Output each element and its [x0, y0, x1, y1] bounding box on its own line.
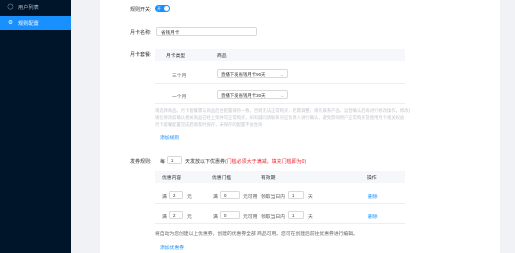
- add-rule-link[interactable]: 添加规则: [160, 134, 179, 141]
- validity-prefix: 领取当日内: [261, 215, 285, 220]
- validity-unit: 天: [308, 215, 313, 220]
- validity-prefix: 领取当日内: [261, 195, 285, 200]
- name-input[interactable]: 省钱月卡: [156, 27, 257, 36]
- chevron-down-icon: ⌄: [280, 93, 284, 98]
- sidebar-item-label: 规则配置: [18, 20, 39, 27]
- threshold-input[interactable]: 0: [220, 191, 240, 199]
- coupon-note: 将自动为您创建以上优惠券，创建的优惠券全部 商品可用。您可在创建后前往优惠券进行…: [155, 232, 358, 237]
- switch-label: 规则开关:: [130, 7, 152, 13]
- coupon-header-action: 操作: [367, 176, 377, 181]
- switch-knob: [164, 6, 169, 11]
- coupon-amount-input[interactable]: 2: [169, 211, 183, 219]
- coupon-unit: 元: [187, 215, 192, 220]
- coupon-header-threshold: 优惠门槛: [212, 176, 232, 181]
- price-note-line-1: 请选择商品。月卡套餐需与商品后台配置保持一致，否则无法正常购买，若需调整，请先联…: [155, 108, 410, 113]
- validity-input[interactable]: 1: [288, 211, 304, 219]
- sidebar-item-rule-config[interactable]: ⚙ 规则配置: [0, 16, 71, 30]
- coupon-every-text: 每: [160, 159, 166, 165]
- threshold-prefix: 满: [213, 215, 218, 220]
- threshold-unit: 元可用: [243, 195, 258, 200]
- coupon-warning: (门槛必须大于满减，填充门槛即为0): [225, 159, 307, 165]
- coupon-unit: 元: [187, 195, 192, 200]
- user-icon: ◯: [7, 4, 14, 10]
- product-select[interactable]: 直播下发省钱月卡90天 ⌄: [217, 69, 288, 78]
- coupon-after-label: 天发放以下优惠券: [185, 159, 226, 165]
- divider: [155, 223, 405, 224]
- validity-input[interactable]: 1: [288, 191, 304, 199]
- price-label: 月卡套餐:: [130, 52, 152, 58]
- product-select-value: 直播下发省钱月卡90天: [221, 72, 266, 77]
- coupon-amount-input[interactable]: 2: [169, 191, 183, 199]
- threshold-unit: 元可用: [243, 215, 258, 220]
- coupon-header-validity: 有效期: [261, 176, 276, 181]
- price-header-type: 月卡类型: [166, 54, 186, 59]
- add-coupon-link[interactable]: 添加优惠券: [160, 244, 184, 251]
- validity-unit: 天: [308, 195, 313, 200]
- price-row-type: 三个月: [172, 74, 187, 79]
- coupon-table-header: 优惠内容 优惠门槛 有效期 操作: [155, 171, 405, 183]
- product-select-value: 直播下发省钱月卡30天: [221, 93, 266, 98]
- threshold-input[interactable]: 0: [220, 211, 240, 219]
- delete-coupon-button[interactable]: 删除: [368, 193, 378, 200]
- price-note-line-3: 月卡套餐配置完成后请及时保存，未保存的配置不会生效: [155, 122, 263, 127]
- price-table-header: 月卡类型 商品: [155, 49, 405, 61]
- coupon-header-content: 优惠内容: [162, 176, 182, 181]
- delete-coupon-button[interactable]: 删除: [368, 213, 378, 220]
- divider: [155, 103, 405, 104]
- price-note-line-2: 请在修改前确认相关商品已经上架并可正常购买，如有疑问请联系对应负责人进行确认，避…: [155, 115, 405, 120]
- price-header-product: 商品: [217, 54, 227, 59]
- switch-text: 开: [157, 6, 161, 11]
- settings-icon: ⚙: [8, 20, 13, 26]
- coupon-prefix: 满: [162, 215, 167, 220]
- product-select[interactable]: 直播下发省钱月卡30天 ⌄: [217, 90, 288, 99]
- divider: [155, 203, 405, 204]
- sidebar-item-label: 用户列表: [18, 4, 39, 11]
- price-row-type: 一个月: [172, 95, 187, 100]
- chevron-down-icon: ⌄: [280, 72, 284, 77]
- sidebar-item-user-list[interactable]: ◯ 用户列表: [0, 0, 71, 14]
- rule-switch[interactable]: 开: [155, 5, 170, 12]
- main-content: 规则开关: 开 月卡名称: 省钱月卡 月卡套餐: 月卡类型 商品 三个月 直播下…: [100, 0, 500, 253]
- coupon-prefix: 满: [162, 195, 167, 200]
- name-label: 月卡名称:: [130, 30, 152, 36]
- coupon-days-input[interactable]: 1: [167, 156, 182, 164]
- coupon-after-text: 天发放以下优惠券(门槛必须大于满减，填充门槛即为0): [185, 158, 306, 165]
- sidebar: ◯ 用户列表 ⚙ 规则配置: [0, 0, 71, 253]
- coupon-label: 发券规则:: [130, 159, 152, 165]
- threshold-prefix: 满: [213, 195, 218, 200]
- divider: [155, 83, 405, 84]
